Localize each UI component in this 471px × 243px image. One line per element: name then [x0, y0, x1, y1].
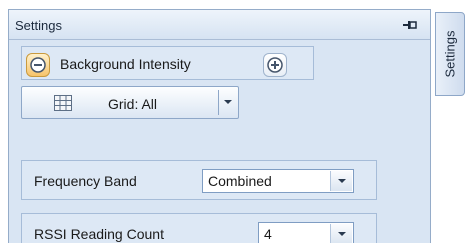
panel-header: Settings [9, 10, 430, 40]
frequency-band-select[interactable]: Combined [202, 169, 354, 193]
rssi-reading-count-value: 4 [264, 226, 272, 242]
chevron-down-icon[interactable] [330, 224, 352, 243]
pin-icon[interactable] [402, 19, 418, 31]
settings-side-tab-label: Settings [442, 30, 458, 78]
background-intensity-row: Background Intensity [21, 46, 314, 80]
background-intensity-label: Background Intensity [60, 56, 191, 72]
grid-dropdown-button[interactable]: Grid: All [21, 86, 239, 119]
grid-divider [218, 90, 219, 115]
app-root: Settings Background Intensity Grid: All … [0, 0, 471, 243]
frequency-band-value: Combined [208, 173, 272, 189]
rssi-reading-count-row: RSSI Reading Count 4 [21, 213, 377, 243]
settings-side-tab[interactable]: Settings [435, 12, 465, 96]
minus-circle-icon [30, 57, 46, 73]
grid-icon [54, 95, 72, 114]
frequency-band-row: Frequency Band Combined [21, 160, 377, 200]
rssi-reading-count-select[interactable]: 4 [258, 222, 354, 243]
settings-panel: Settings Background Intensity Grid: All … [8, 9, 431, 243]
decrease-intensity-button[interactable] [26, 53, 50, 77]
chevron-down-icon[interactable] [224, 100, 232, 104]
increase-intensity-button[interactable] [263, 53, 287, 77]
rssi-reading-count-label: RSSI Reading Count [34, 226, 164, 242]
panel-title: Settings [15, 18, 62, 33]
chevron-down-icon[interactable] [330, 171, 352, 191]
grid-label: Grid: All [108, 96, 158, 112]
frequency-band-label: Frequency Band [34, 173, 137, 189]
plus-circle-icon [267, 57, 283, 73]
